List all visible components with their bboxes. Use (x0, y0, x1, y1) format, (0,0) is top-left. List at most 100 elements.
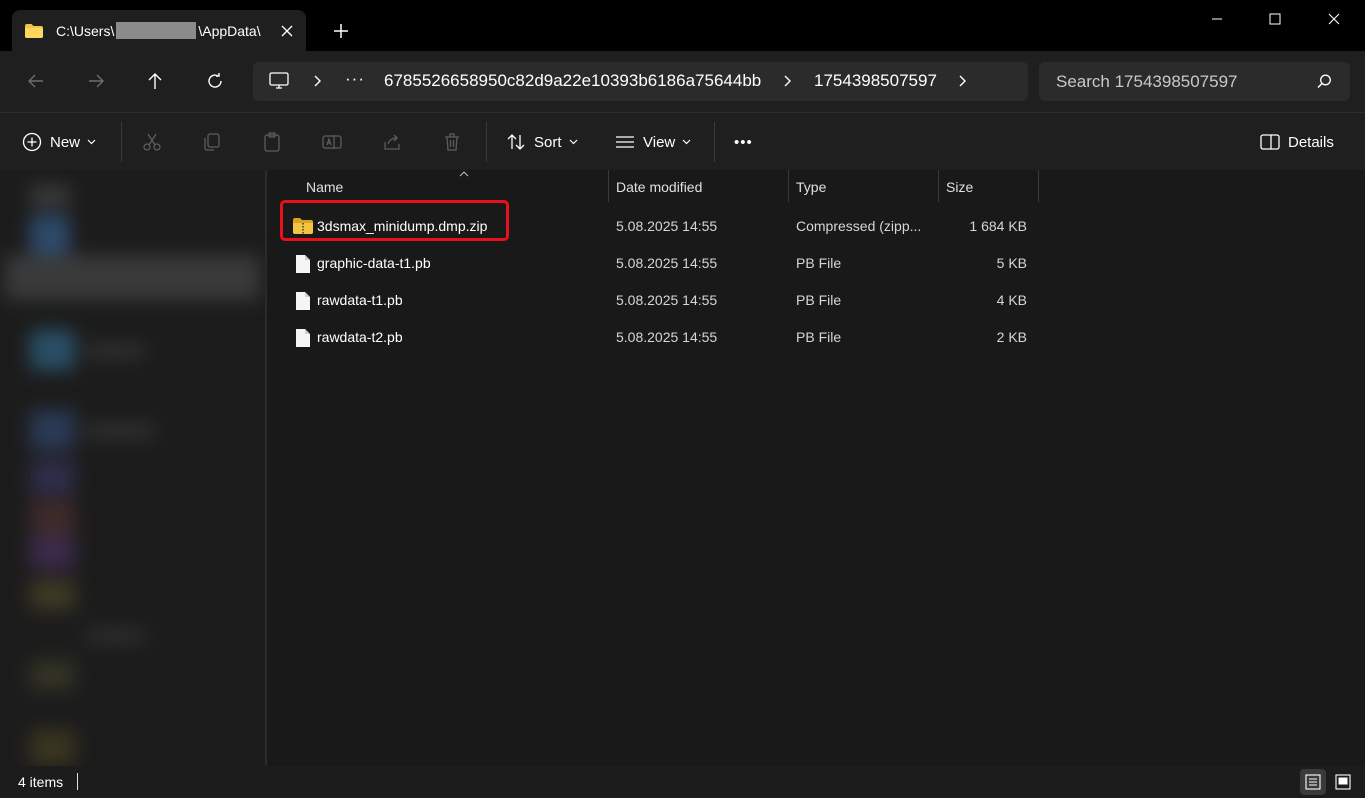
tab-title: C:\Users\ \AppData\ (56, 22, 268, 39)
new-label: New (50, 133, 81, 151)
view-label: View (643, 133, 676, 151)
file-icon (296, 292, 310, 310)
plus-circle-icon (22, 132, 42, 152)
file-date: 5.08.2025 14:55 (616, 255, 718, 271)
item-count: 4 items (18, 774, 64, 790)
column-name-label: Name (306, 179, 344, 195)
file-row[interactable]: rawdata-t2.pb 5.08.2025 14:55 PB File 2 … (279, 319, 1039, 356)
file-size: 5 KB (996, 255, 1027, 271)
file-row[interactable]: graphic-data-t1.pb 5.08.2025 14:55 PB Fi… (279, 245, 1039, 282)
maximize-button[interactable] (1245, 0, 1305, 38)
details-label: Details (1288, 133, 1334, 151)
folder-icon (25, 24, 43, 38)
blurred-navigation-content (0, 170, 265, 766)
arrow-up-icon (148, 73, 162, 89)
large-icons-view-icon (1335, 774, 1351, 790)
see-more-button[interactable]: ••• (734, 127, 753, 157)
file-type: Compressed (zipp... (796, 218, 922, 234)
file-name: rawdata-t1.pb (317, 292, 403, 308)
column-header-size[interactable]: Size (939, 170, 1039, 202)
breadcrumb-item-current[interactable]: 1754398507597 (814, 71, 937, 91)
file-date: 5.08.2025 14:55 (616, 329, 718, 345)
file-name: rawdata-t2.pb (317, 329, 403, 345)
sort-label: Sort (534, 133, 562, 151)
chevron-down-icon (682, 139, 691, 145)
up-button[interactable] (139, 65, 171, 97)
chevron-down-icon (569, 139, 577, 145)
sort-button[interactable]: Sort (506, 127, 578, 157)
refresh-button[interactable] (199, 65, 231, 97)
tiles-view-button[interactable] (1330, 769, 1356, 795)
forward-button[interactable] (80, 65, 112, 97)
close-tab-icon[interactable] (276, 20, 298, 42)
view-button[interactable]: View (615, 127, 691, 157)
tab-title-suffix: \AppData\ (198, 23, 261, 39)
file-size: 4 KB (996, 292, 1027, 308)
share-button[interactable] (382, 127, 402, 157)
file-date: 5.08.2025 14:55 (616, 292, 718, 308)
status-separator (77, 773, 78, 790)
delete-button[interactable] (442, 127, 462, 157)
highlight-annotation (280, 200, 509, 241)
rename-icon (322, 135, 342, 149)
chevron-right-icon[interactable] (312, 74, 324, 88)
minimize-icon (1212, 18, 1222, 20)
details-view-icon (1305, 774, 1321, 790)
chevron-down-icon (87, 139, 96, 145)
new-tab-icon[interactable] (328, 18, 354, 44)
toolbar-separator (714, 122, 715, 162)
navigation-pane[interactable] (0, 170, 265, 766)
breadcrumb-item[interactable]: 6785526658950c82d9a22e10393b6186a75644bb (384, 71, 761, 91)
copy-button[interactable] (202, 127, 222, 157)
close-window-button[interactable] (1304, 0, 1364, 38)
column-header-type[interactable]: Type (789, 170, 939, 202)
explorer-tab[interactable]: C:\Users\ \AppData\ (12, 10, 306, 51)
redacted-username (116, 22, 197, 39)
sort-ascending-icon (459, 171, 469, 177)
clipboard-icon (264, 132, 280, 152)
column-size-label: Size (946, 179, 974, 195)
search-placeholder: Search 1754398507597 (1056, 72, 1238, 91)
chevron-right-icon[interactable] (957, 74, 969, 88)
file-icon (296, 255, 310, 273)
new-button[interactable]: New (22, 127, 96, 157)
address-bar[interactable]: ··· 6785526658950c82d9a22e10393b6186a756… (253, 62, 1028, 101)
more-dots-label: ••• (734, 133, 753, 151)
view-icon (616, 136, 634, 148)
copy-icon (204, 133, 220, 151)
column-header-date[interactable]: Date modified (609, 170, 789, 202)
arrow-left-icon (28, 74, 43, 88)
command-bar: New Sort View ••• Details (0, 113, 1365, 170)
file-type: PB File (796, 255, 842, 271)
chevron-right-icon[interactable] (782, 74, 794, 88)
status-bar: 4 items (0, 766, 1365, 798)
file-date: 5.08.2025 14:55 (616, 218, 718, 234)
arrow-right-icon (89, 74, 104, 88)
file-list[interactable]: Name Date modified Type Size 3dsmax_mini… (267, 170, 1365, 766)
tab-title-prefix: C:\Users\ (56, 23, 115, 39)
details-pane-button[interactable]: Details (1260, 127, 1334, 157)
scissors-icon (143, 133, 161, 151)
share-icon (384, 134, 400, 150)
file-row[interactable]: rawdata-t1.pb 5.08.2025 14:55 PB File 4 … (279, 282, 1039, 319)
rename-button[interactable] (322, 127, 342, 157)
file-icon (296, 329, 310, 347)
this-pc-icon (269, 72, 289, 89)
column-divider[interactable] (1038, 170, 1039, 202)
cut-button[interactable] (142, 127, 162, 157)
navigation-row: ··· 6785526658950c82d9a22e10393b6186a756… (0, 51, 1365, 112)
details-pane-icon (1260, 134, 1280, 150)
column-header-name[interactable]: Name (279, 170, 609, 202)
details-view-button[interactable] (1300, 769, 1326, 795)
maximize-icon (1269, 13, 1281, 25)
breadcrumb-overflow-button[interactable]: ··· (345, 69, 365, 89)
file-type: PB File (796, 292, 842, 308)
toolbar-separator (486, 122, 487, 162)
search-input[interactable]: Search 1754398507597 (1039, 62, 1350, 101)
sort-icon (507, 134, 525, 150)
close-icon (1328, 13, 1340, 25)
minimize-button[interactable] (1187, 0, 1247, 38)
back-button[interactable] (20, 65, 52, 97)
column-type-label: Type (796, 179, 827, 195)
paste-button[interactable] (262, 127, 282, 157)
